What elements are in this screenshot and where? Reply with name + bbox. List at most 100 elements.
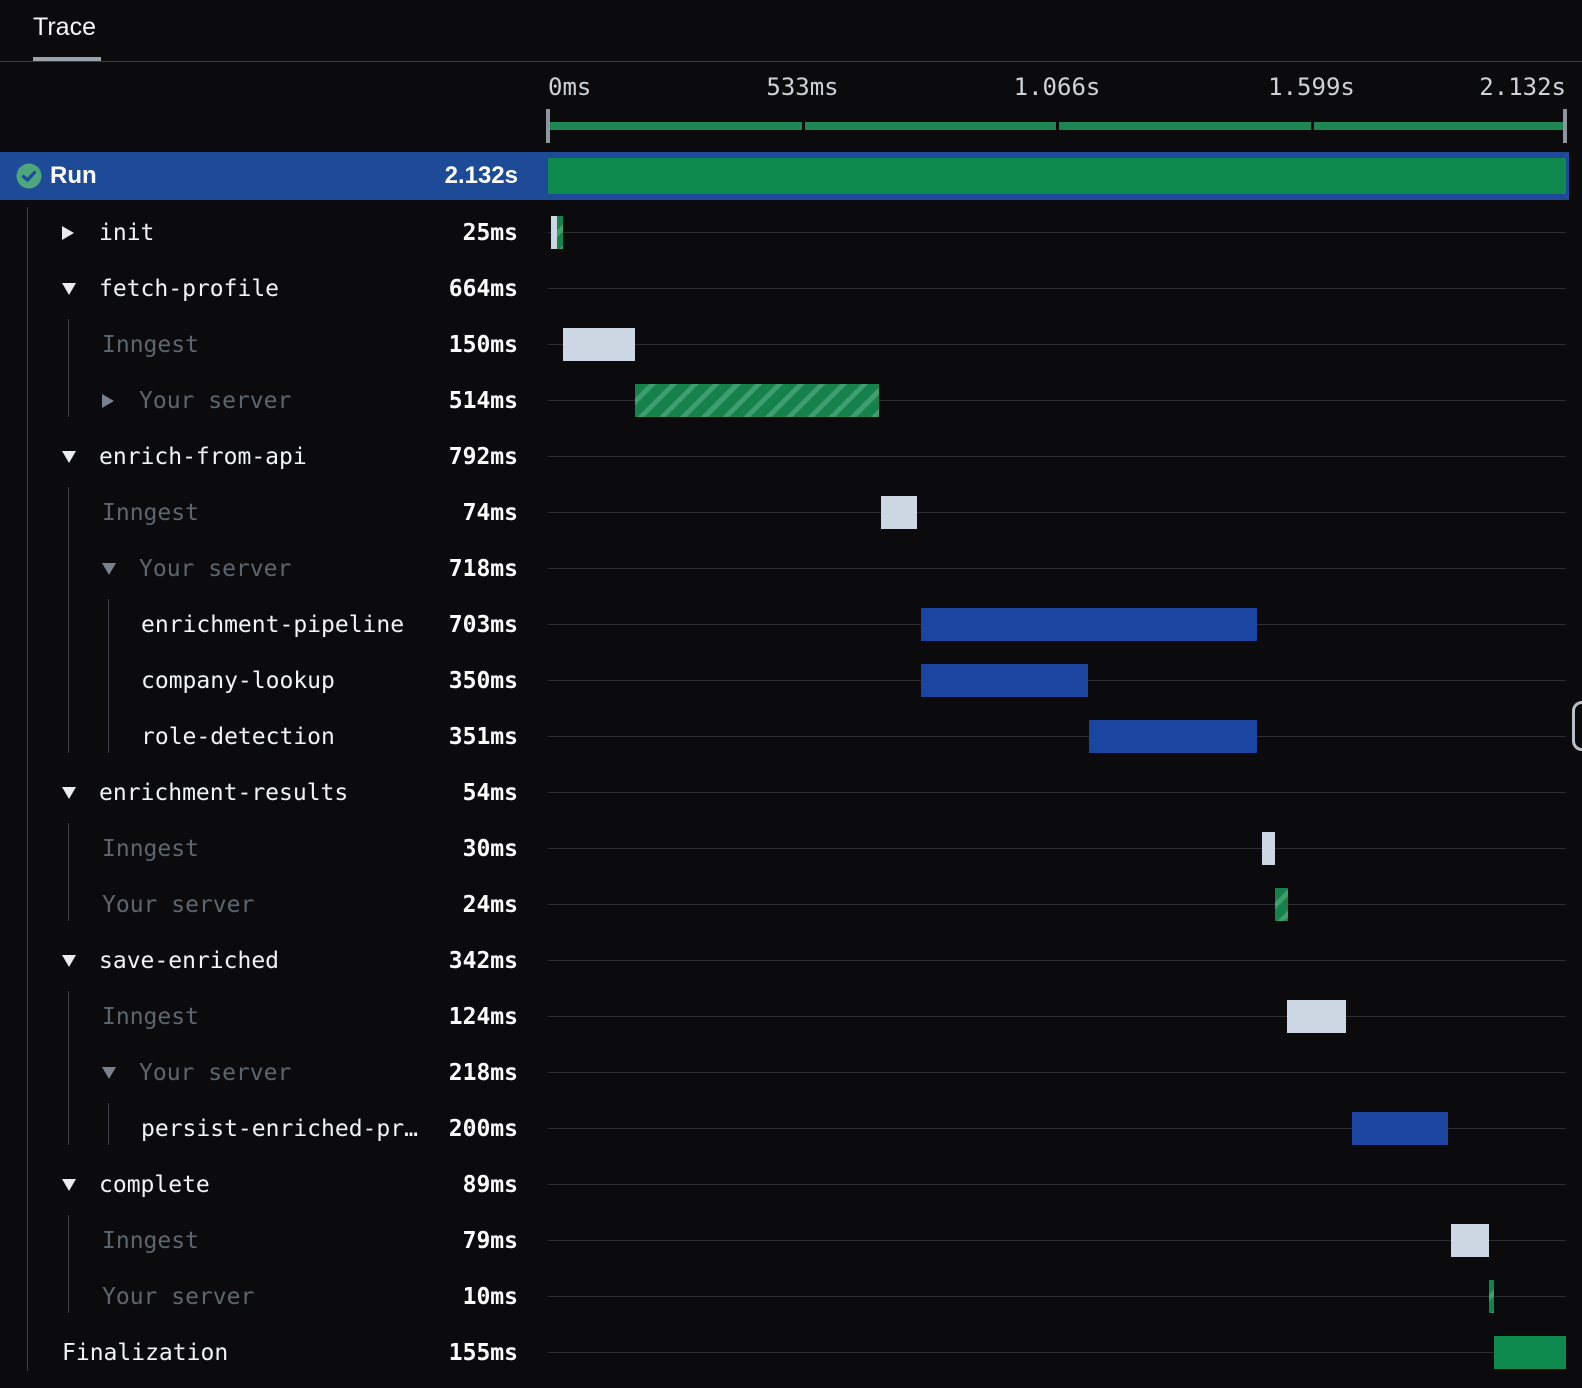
collapse-caret-icon[interactable] [62,283,76,295]
collapse-caret-icon[interactable] [62,787,76,799]
collapse-caret-icon[interactable] [62,451,76,463]
row-duration: 54ms [462,780,518,806]
collapse-caret-icon[interactable] [102,1067,116,1079]
span-bar-execution [1352,1112,1448,1145]
row-track-line [548,1352,1566,1353]
trace-row-finalization[interactable]: Finalization 155ms [0,1325,1569,1381]
expand-caret-icon[interactable] [102,394,114,408]
span-bar-server [557,216,563,249]
row-track-line [548,904,1566,905]
trace-row-enrichment-pipeline[interactable]: enrichment-pipeline 703ms [0,597,1569,653]
row-label: init [99,220,155,246]
collapse-caret-icon[interactable] [62,955,76,967]
trace-row-inngest[interactable]: Inngest 30ms [0,821,1569,877]
row-label: Inngest [102,1228,199,1254]
row-duration: 124ms [448,1004,518,1030]
trace-viewer: Trace 0ms 533ms 1.066s 1.599s 2.132s Run 2.1… [0,0,1582,1388]
row-track-line [548,512,1566,513]
row-track-line [548,232,1566,233]
trace-rows: init 25ms fetch-profile 664ms Inngest 150ms Yo… [0,205,1569,1381]
row-label: role-detection [141,724,335,750]
span-bar-server [1489,1280,1494,1313]
indent-guide [68,1215,69,1313]
row-label: Inngest [102,500,199,526]
trace-row-your-server[interactable]: Your server 514ms [0,373,1569,429]
row-track-line [548,288,1566,289]
row-duration: 200ms [448,1116,518,1142]
axis-tick-label: 2.132s [1479,73,1566,101]
row-duration: 703ms [448,612,518,638]
trace-row-inngest[interactable]: Inngest 124ms [0,989,1569,1045]
row-duration: 150ms [448,332,518,358]
span-bar-run [1494,1336,1566,1369]
indent-guide [108,1103,109,1145]
row-track-line [548,344,1566,345]
row-track-line [548,960,1566,961]
row-label: enrichment-results [99,780,349,806]
row-label: save-enriched [99,948,280,974]
minimap-start-tick [546,109,550,143]
scroll-handle[interactable] [1572,701,1582,751]
row-duration: 25ms [462,220,518,246]
trace-row-role-detection[interactable]: role-detection 351ms [0,709,1569,765]
row-track-line [548,1184,1566,1185]
tab-trace[interactable]: Trace [33,13,96,42]
collapse-caret-icon[interactable] [102,563,116,575]
span-bar-queue [1450,1224,1490,1257]
expand-caret-icon[interactable] [62,226,74,240]
span-bar-execution [1088,720,1257,753]
trace-row-your-server[interactable]: Your server 218ms [0,1045,1569,1101]
trace-row-your-server[interactable]: Your server 718ms [0,541,1569,597]
tab-trace-label: Trace [33,13,96,41]
row-duration: 24ms [462,892,518,918]
collapse-caret-icon[interactable] [62,1179,76,1191]
trace-row-save-enriched[interactable]: save-enriched 342ms [0,933,1569,989]
indent-guide [27,207,28,1371]
row-track-line [548,1016,1566,1017]
row-track-line [548,1240,1566,1241]
trace-row-persist-enriched-pr[interactable]: persist-enriched-pr… 200ms [0,1101,1569,1157]
indent-guide [68,319,69,417]
trace-row-enrichment-results[interactable]: enrichment-results 54ms [0,765,1569,821]
trace-row-inngest[interactable]: Inngest 150ms [0,317,1569,373]
row-duration: 342ms [448,948,518,974]
run-span-bar [548,158,1566,194]
minimap-mid-tick [801,113,805,131]
row-label: Your server [102,1284,255,1310]
trace-row-complete[interactable]: complete 89ms [0,1157,1569,1213]
trace-row-enrich-from-api[interactable]: enrich-from-api 792ms [0,429,1569,485]
row-label: Your server [139,1060,292,1086]
row-label: Your server [139,388,292,414]
row-label: enrich-from-api [99,444,307,470]
indent-guide [68,823,69,921]
minimap-end-tick [1563,109,1567,143]
row-label: Inngest [102,1004,199,1030]
row-track-line [548,792,1566,793]
row-duration: 514ms [448,388,518,414]
trace-row-your-server[interactable]: Your server 24ms [0,877,1569,933]
minimap-mid-tick [1310,113,1314,131]
row-duration: 664ms [448,276,518,302]
row-duration: 155ms [448,1340,518,1366]
trace-row-fetch-profile[interactable]: fetch-profile 664ms [0,261,1569,317]
trace-row-init[interactable]: init 25ms [0,205,1569,261]
tabs-header: Trace [0,0,1582,62]
trace-row-inngest[interactable]: Inngest 79ms [0,1213,1569,1269]
row-track-line [548,456,1566,457]
check-circle-icon [16,163,42,189]
trace-row-inngest[interactable]: Inngest 74ms [0,485,1569,541]
indent-guide [68,487,69,753]
run-row[interactable]: Run 2.132s [0,152,1569,200]
row-label: persist-enriched-pr… [141,1116,418,1142]
span-bar-execution [920,608,1257,641]
row-duration: 350ms [448,668,518,694]
trace-row-company-lookup[interactable]: company-lookup 350ms [0,653,1569,709]
row-track-line [548,1296,1566,1297]
row-track-line [548,848,1566,849]
axis-tick-label: 533ms [766,73,839,101]
trace-row-your-server[interactable]: Your server 10ms [0,1269,1569,1325]
span-bar-server [1275,888,1288,921]
row-duration: 79ms [462,1228,518,1254]
span-bar-queue [562,328,635,361]
axis-tick-label: 0ms [548,73,592,101]
